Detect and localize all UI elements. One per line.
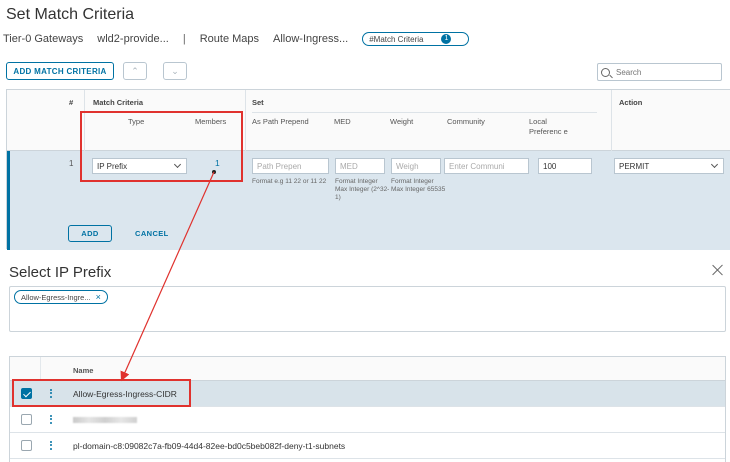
header-name: Name bbox=[73, 366, 94, 375]
header-action: Action bbox=[619, 98, 643, 107]
col-divider bbox=[611, 90, 612, 151]
search-box bbox=[597, 63, 722, 81]
header-num: # bbox=[69, 98, 74, 107]
header-as-path-prepend: As Path Prepend bbox=[252, 117, 309, 126]
breadcrumb: Tier-0 Gateways wld2-provide... | Route … bbox=[3, 32, 483, 46]
match-criteria-count-chip: #Match Criteria 1 bbox=[362, 32, 470, 46]
breadcrumb-route-map[interactable]: Allow-Ingress... bbox=[273, 33, 348, 45]
row-number: 1 bbox=[69, 159, 74, 168]
row-actions-icon[interactable] bbox=[50, 413, 53, 426]
selected-items-box: Allow-Egress-Ingre... × bbox=[9, 286, 726, 332]
chevron-down-icon bbox=[710, 160, 719, 169]
breadcrumb-tier0-gateways[interactable]: Tier-0 Gateways bbox=[3, 33, 83, 45]
table-header: Name bbox=[10, 357, 725, 381]
breadcrumb-route-maps[interactable]: Route Maps bbox=[200, 33, 259, 45]
community-input[interactable]: Enter Communi bbox=[444, 158, 529, 174]
add-button[interactable]: ADD bbox=[68, 225, 112, 242]
med-hint: Format Integer Max Integer (2^32-1) bbox=[335, 178, 390, 201]
match-criteria-chip-label: #Match Criteria bbox=[369, 34, 424, 44]
header-weight: Weight bbox=[390, 117, 414, 126]
col-divider bbox=[245, 90, 246, 151]
table-row[interactable]: pl-domain-c8:09082c7a-fb09-44d4-82ee-bd0… bbox=[10, 433, 725, 459]
row-name: pl-domain-c8:09082c7a-fb09-44d4-82ee-bd0… bbox=[73, 441, 346, 451]
header-local-preference: Local Preferenc e bbox=[529, 117, 568, 136]
add-match-criteria-button[interactable]: ADD MATCH CRITERIA bbox=[6, 62, 114, 80]
action-select[interactable]: PERMIT bbox=[614, 158, 724, 174]
action-select-value: PERMIT bbox=[619, 161, 650, 171]
remove-chip-icon[interactable]: × bbox=[96, 292, 101, 302]
weight-input[interactable]: Weigh bbox=[391, 158, 441, 174]
row-checkbox[interactable] bbox=[21, 440, 32, 451]
page-title: Set Match Criteria bbox=[6, 6, 135, 23]
as-path-prepend-input[interactable]: Path Prepen bbox=[252, 158, 329, 174]
as-path-hint: Format e.g 11 22 or 11 22 bbox=[252, 178, 327, 185]
breadcrumb-gateway[interactable]: wld2-provide... bbox=[97, 33, 169, 45]
header-subline bbox=[252, 112, 597, 113]
row-checkbox[interactable] bbox=[21, 414, 32, 425]
row-actions-icon[interactable] bbox=[50, 439, 53, 452]
search-input[interactable] bbox=[616, 67, 711, 77]
match-criteria-count-badge: 1 bbox=[441, 34, 452, 44]
header-med: MED bbox=[334, 117, 351, 126]
redacted-name bbox=[73, 417, 137, 423]
chevron-down-icon: ⌄ bbox=[171, 65, 179, 76]
search-icon bbox=[601, 67, 610, 77]
local-preference-input[interactable]: 100 bbox=[538, 158, 592, 174]
selected-prefix-chip: Allow-Egress-Ingre... × bbox=[14, 290, 108, 304]
table-row[interactable] bbox=[10, 407, 725, 433]
move-up-button[interactable]: ⌃ bbox=[123, 62, 147, 80]
cancel-button[interactable]: CANCEL bbox=[135, 225, 169, 242]
selected-prefix-highlight bbox=[12, 379, 191, 407]
selected-prefix-label: Allow-Egress-Ingre... bbox=[21, 292, 91, 302]
med-input[interactable]: MED bbox=[335, 158, 385, 174]
modal-title: Select IP Prefix bbox=[9, 264, 112, 281]
weight-hint: Format Integer Max Integer 65535 bbox=[391, 178, 446, 193]
header-match-criteria: Match Criteria bbox=[93, 98, 144, 107]
chevron-up-icon: ⌃ bbox=[131, 65, 139, 76]
col-divider bbox=[40, 357, 41, 380]
move-down-button[interactable]: ⌄ bbox=[163, 62, 187, 80]
breadcrumb-separator: | bbox=[182, 33, 186, 45]
header-community: Community bbox=[447, 117, 485, 126]
header-set: Set bbox=[252, 98, 264, 107]
ip-prefix-table: Name Allow-Egress-Ingress-CIDR pl-domain… bbox=[9, 356, 726, 462]
close-icon[interactable] bbox=[711, 263, 725, 277]
type-members-highlight bbox=[80, 111, 243, 182]
